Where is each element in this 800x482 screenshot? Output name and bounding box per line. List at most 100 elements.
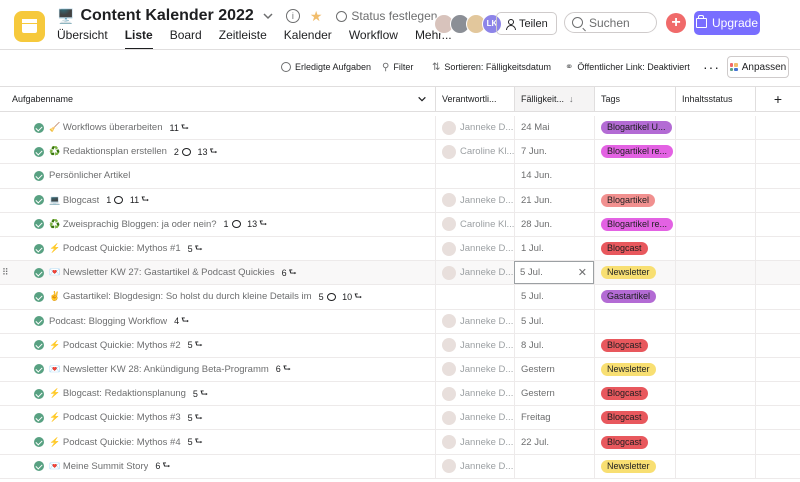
due-date-cell[interactable]: 24 Mai: [514, 116, 594, 140]
table-row[interactable]: ♻️ Redaktionsplan erstellen 2 13 ⮑ Caroline…: [0, 140, 800, 165]
content-status-cell[interactable]: [675, 140, 755, 164]
completed-check-icon[interactable]: [34, 267, 44, 278]
task-name[interactable]: ✌️ Gastartikel: Blogdesign: So holst du …: [49, 291, 312, 302]
content-status-cell[interactable]: [675, 285, 755, 309]
content-status-cell[interactable]: [675, 212, 755, 236]
tag-pill[interactable]: Blogcast: [601, 387, 648, 401]
tab-übersicht[interactable]: Übersicht: [57, 28, 119, 48]
tab-board[interactable]: Board: [170, 28, 213, 48]
tag-pill[interactable]: Gastartikel: [601, 290, 657, 304]
customize-button[interactable]: Anpassen: [727, 56, 789, 78]
info-icon[interactable]: i: [285, 9, 300, 23]
task-name[interactable]: ⚡ Podcast Quickie: Mythos #2: [49, 340, 181, 351]
completed-check-icon[interactable]: [34, 291, 44, 302]
task-name[interactable]: ♻️ Redaktionsplan erstellen: [49, 146, 167, 157]
content-status-cell[interactable]: [675, 188, 755, 212]
tag-pill[interactable]: Newsletter: [601, 459, 656, 473]
tags-cell[interactable]: Blogcast: [594, 430, 675, 454]
task-meta[interactable]: 6 ⮑: [155, 458, 170, 474]
upgrade-button[interactable]: Upgrade: [694, 11, 760, 35]
search-box[interactable]: [564, 12, 657, 33]
tags-cell[interactable]: Blogcast: [594, 333, 675, 357]
tag-pill[interactable]: Blogcast: [601, 411, 648, 425]
table-row[interactable]: ⚡ Podcast Quickie: Mythos #3 5 ⮑ Janneke D.…: [0, 406, 800, 431]
table-row[interactable]: ⚡ Blogcast: Redaktionsplanung 5 ⮑ Janneke D…: [0, 382, 800, 407]
task-name[interactable]: ⚡ Blogcast: Redaktionsplanung: [49, 388, 186, 399]
task-name-cell[interactable]: ♻️ Zweisprachig Bloggen: ja oder nein? 1 …: [0, 213, 435, 236]
assignee-cell[interactable]: Janneke D...: [435, 116, 514, 140]
tab-kalender[interactable]: Kalender: [284, 28, 343, 48]
completed-check-icon[interactable]: [34, 195, 44, 206]
task-name-cell[interactable]: Persönlicher Artikel: [0, 164, 435, 187]
content-status-cell[interactable]: [675, 236, 755, 261]
task-meta[interactable]: 6 ⮑: [282, 265, 297, 281]
task-meta[interactable]: 5 ⮑: [188, 410, 203, 426]
tag-pill[interactable]: Blogcast: [601, 435, 648, 449]
task-name-cell[interactable]: ⠿ 💌 Newsletter KW 27: Gastartikel & Podca…: [0, 261, 435, 284]
task-name-cell[interactable]: 💻 Blogcast 1 11 ⮑: [0, 189, 435, 212]
task-name-cell[interactable]: 💌 Meine Summit Story 6 ⮑: [0, 455, 435, 478]
content-status-cell[interactable]: [675, 357, 755, 382]
due-date-cell[interactable]: 28 Jun.: [514, 212, 594, 236]
tags-cell[interactable]: Newsletter: [594, 261, 675, 285]
assignee-cell[interactable]: Janneke D...: [435, 382, 514, 406]
tag-pill[interactable]: Blogartikel: [601, 193, 656, 207]
table-row[interactable]: ⚡ Podcast Quickie: Mythos #1 5 ⮑ Janneke D.…: [0, 236, 800, 262]
table-row[interactable]: ✌️ Gastartikel: Blogdesign: So holst du …: [0, 285, 800, 310]
task-meta[interactable]: 2 13 ⮑: [174, 144, 218, 160]
completed-check-icon[interactable]: [34, 219, 44, 230]
add-button[interactable]: +: [666, 13, 686, 33]
assignee-cell[interactable]: Janneke D...: [435, 261, 514, 285]
tags-cell[interactable]: Blogcast: [594, 236, 675, 261]
task-name-cell[interactable]: ⚡ Podcast Quickie: Mythos #4 5 ⮑: [0, 430, 435, 453]
task-meta[interactable]: 5 ⮑: [188, 434, 203, 450]
chevron-down-icon[interactable]: [262, 10, 274, 22]
completed-check-icon[interactable]: [34, 146, 44, 157]
task-name[interactable]: 💌 Newsletter KW 27: Gastartikel & Podcas…: [49, 267, 275, 278]
assignee-cell[interactable]: Janneke D...: [435, 406, 514, 430]
task-meta[interactable]: 1 11 ⮑: [106, 192, 149, 208]
task-name[interactable]: 💌 Newsletter KW 28: Ankündigung Beta-Pro…: [49, 364, 269, 375]
assignee-cell[interactable]: Janneke D...: [435, 333, 514, 357]
column-assignee[interactable]: Verantwortli...: [435, 87, 514, 111]
tags-cell[interactable]: [594, 309, 675, 333]
column-due-date[interactable]: Fälligkeit... ↓: [514, 87, 594, 111]
completed-check-icon[interactable]: [34, 122, 44, 133]
task-name[interactable]: 💻 Blogcast: [49, 195, 99, 206]
task-name[interactable]: 🧹 Workflows überarbeiten: [49, 122, 162, 133]
content-status-cell[interactable]: [675, 382, 755, 406]
assignee-cell[interactable]: Caroline Kl...: [435, 140, 514, 164]
tags-cell[interactable]: Blogartikel: [594, 188, 675, 212]
tab-workflow[interactable]: Workflow: [349, 28, 409, 48]
due-date-cell[interactable]: Gestern: [514, 357, 594, 382]
tags-cell[interactable]: Blogartikel re...: [594, 212, 675, 236]
table-row[interactable]: ⚡ Podcast Quickie: Mythos #4 5 ⮑ Janneke D.…: [0, 430, 800, 455]
table-row[interactable]: ♻️ Zweisprachig Bloggen: ja oder nein? 1 …: [0, 212, 800, 237]
due-date-cell[interactable]: [514, 454, 594, 478]
public-link-button[interactable]: ⚭ Öffentlicher Link: Deaktiviert: [565, 56, 690, 78]
project-icon[interactable]: [14, 11, 45, 42]
completed-tasks-button[interactable]: Erledigte Aufgaben: [281, 56, 371, 78]
tags-cell[interactable]: Blogartikel re...: [594, 140, 675, 164]
task-name-cell[interactable]: ⚡ Blogcast: Redaktionsplanung 5 ⮑: [0, 382, 435, 405]
close-icon[interactable]: ✕: [578, 266, 587, 279]
task-meta[interactable]: 5 ⮑: [188, 241, 203, 257]
column-tags[interactable]: Tags: [594, 87, 675, 111]
tags-cell[interactable]: Newsletter: [594, 357, 675, 382]
tags-cell[interactable]: Blogartikel U...: [594, 116, 675, 140]
content-status-cell[interactable]: [675, 164, 755, 188]
tags-cell[interactable]: Newsletter: [594, 454, 675, 478]
tags-cell[interactable]: Blogcast: [594, 382, 675, 406]
tab-zeitleiste[interactable]: Zeitleiste: [219, 28, 278, 48]
completed-check-icon[interactable]: [34, 412, 44, 423]
assignee-cell[interactable]: Janneke D...: [435, 454, 514, 478]
content-status-cell[interactable]: [675, 454, 755, 478]
tags-cell[interactable]: Gastartikel: [594, 285, 675, 309]
more-actions-button[interactable]: ···: [703, 56, 720, 78]
completed-check-icon[interactable]: [34, 437, 44, 448]
due-date-cell[interactable]: Freitag: [514, 406, 594, 430]
chevron-down-icon[interactable]: [417, 94, 427, 104]
task-meta[interactable]: 5 10 ⮑: [319, 289, 363, 305]
drag-handle-icon[interactable]: ⠿: [2, 267, 9, 278]
task-name[interactable]: ♻️ Zweisprachig Bloggen: ja oder nein?: [49, 219, 217, 230]
